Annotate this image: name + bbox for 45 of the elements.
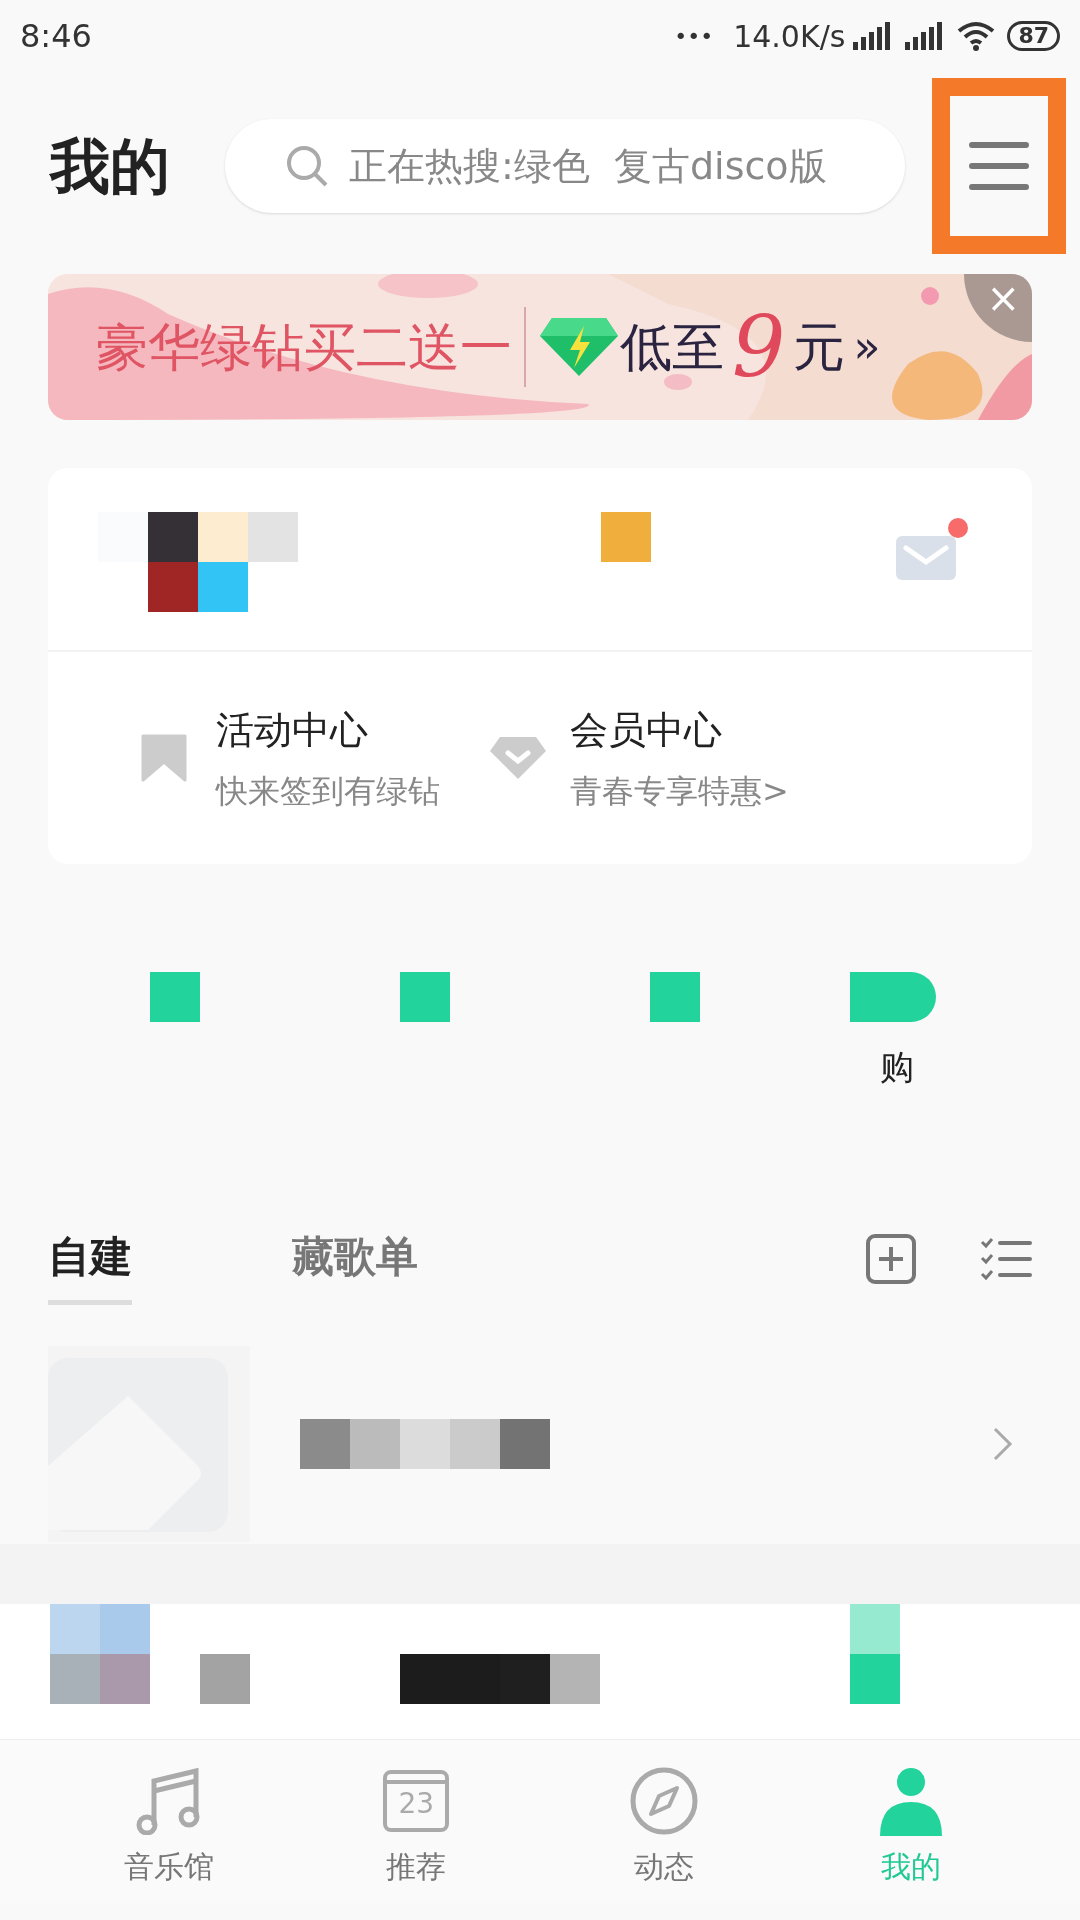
music-note-icon: [135, 1767, 202, 1835]
pixelated-button[interactable]: [850, 1604, 900, 1704]
link-subtitle: 快来签到有绿钻: [216, 770, 440, 812]
chevron-right-icon[interactable]: [992, 1426, 1014, 1462]
clock: 8:46: [20, 16, 92, 57]
price-value: 9: [732, 302, 786, 392]
playlist-tab[interactable]: 藏歌单: [292, 1213, 418, 1305]
pixelated-shortcut-icon[interactable]: [150, 972, 200, 1022]
pixelated-badge: [601, 512, 651, 562]
promo-banner[interactable]: 豪华绿钻买二送一 低至 9 元» ×: [48, 274, 1032, 420]
add-icon[interactable]: [866, 1234, 916, 1284]
nav-tab[interactable]: 动态: [540, 1764, 788, 1904]
battery-indicator: 87: [1007, 21, 1060, 51]
calendar-icon: 23: [383, 1770, 450, 1832]
network-speed: 14.0K/s: [733, 17, 846, 56]
shortcut-label: 购: [880, 1046, 914, 1089]
nav-tab[interactable]: 音乐馆: [45, 1764, 293, 1904]
pixelated-text: [200, 1654, 250, 1704]
menu-icon: [969, 141, 1029, 191]
wifi-icon: [957, 21, 996, 51]
double-arrow: »: [853, 320, 881, 374]
link-item[interactable]: 会员中心 青春专享特惠>: [488, 701, 789, 815]
price-prefix: 低至: [620, 316, 724, 379]
diamond-icon: [488, 735, 548, 781]
search-icon: [285, 144, 329, 188]
nav-tab[interactable]: 23 推荐: [292, 1764, 540, 1904]
compass-icon: [628, 1766, 699, 1836]
pixelated-shortcut-icon[interactable]: [650, 972, 700, 1022]
checklist-icon[interactable]: [980, 1237, 1032, 1281]
menu-button[interactable]: [932, 78, 1066, 254]
price-unit: 元: [793, 316, 846, 379]
close-button[interactable]: ×: [964, 274, 1032, 342]
more-indicator: •••: [674, 22, 714, 51]
page-title: 我的: [50, 130, 171, 203]
pixelated-shortcut-icon[interactable]: [400, 972, 450, 1022]
link-title: 会员中心: [570, 706, 723, 754]
diamond-icon: [538, 316, 620, 378]
link-subtitle: 青春专享特惠>: [570, 770, 789, 812]
link-item[interactable]: 活动中心 快来签到有绿钻: [48, 701, 488, 815]
playlist-tab[interactable]: 自建: [48, 1213, 132, 1305]
pixelated-shortcut-icon[interactable]: [850, 972, 936, 1022]
link-title: 活动中心: [216, 706, 369, 754]
banner-headline: 豪华绿钻买二送一: [96, 316, 512, 379]
bookmark-icon: [141, 734, 187, 782]
search-field[interactable]: 正在热搜:绿色 复古disco版: [225, 119, 905, 213]
